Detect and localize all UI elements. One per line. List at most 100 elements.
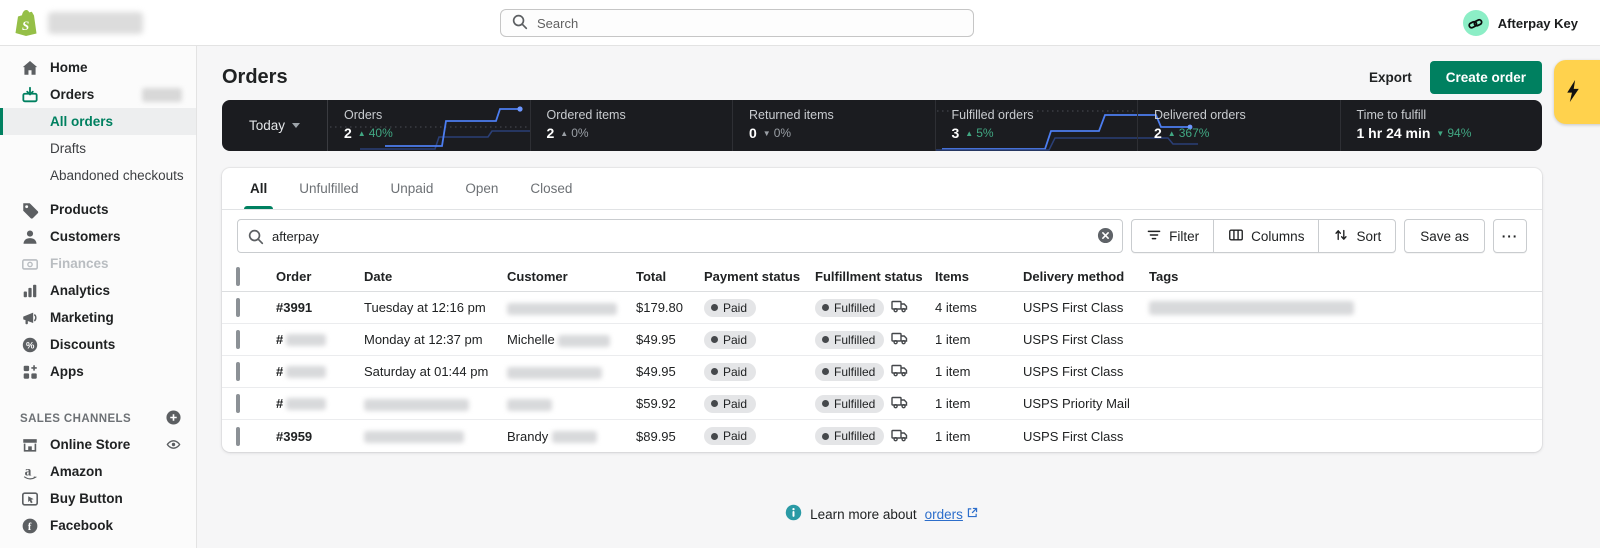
order-items-count: 1 item [935,332,1023,347]
tab-unfulfilled[interactable]: Unfulfilled [283,168,374,209]
analytics-icon [20,282,39,300]
sidebar-item-facebook[interactable]: f Facebook [0,512,196,539]
metric-time-to-fulfill[interactable]: Time to fulfill 1 hr 24 min ▼94% [1341,100,1543,151]
metric-label: Orders [344,108,530,122]
export-button[interactable]: Export [1369,70,1412,85]
footer-text: Learn more about [810,507,917,522]
order-number[interactable]: #3959 [276,429,312,444]
order-number-redacted [286,334,326,346]
quick-actions-tab[interactable] [1554,60,1600,124]
orders-icon [20,86,39,104]
sales-channels-label: SALES CHANNELS [20,413,131,425]
table-row[interactable]: # Monday at 12:37 pm Michelle $49.95 Pai… [222,324,1542,356]
orders-help-link[interactable]: orders [925,506,979,522]
sidebar-item-apps[interactable]: Apps [0,358,196,385]
select-all-checkbox[interactable] [236,267,240,286]
metric-value: 1 hr 24 min [1357,125,1431,141]
columns-label: Columns [1251,229,1304,244]
row-checkbox[interactable] [236,394,240,413]
sidebar-item-buy-button[interactable]: Buy Button [0,485,196,512]
row-checkbox[interactable] [236,427,240,446]
col-header-tags: Tags [1149,269,1542,284]
order-total: $59.92 [636,396,704,411]
metric-ordered-items[interactable]: Ordered items 2 ▲0% [531,100,734,151]
sidebar-item-home[interactable]: Home [0,54,196,81]
sidebar-item-label: Buy Button [50,491,123,506]
metric-value: 2 [1154,125,1162,141]
external-link-icon [966,506,979,522]
order-number[interactable]: # [276,396,283,411]
trend-arrow-icon: ▲ [965,129,973,138]
orders-count-badge-redacted [142,88,182,102]
metric-delivered-orders[interactable]: Delivered orders 2 ▲367% [1138,100,1341,151]
trend-arrow-icon: ▼ [1436,129,1444,138]
row-checkbox[interactable] [236,330,240,349]
view-store-eye-icon[interactable] [165,436,182,453]
chevron-down-icon [292,123,300,128]
order-number[interactable]: # [276,364,283,379]
store-name-redacted[interactable] [48,12,143,34]
status-dot-icon [711,368,718,375]
sidebar-item-products[interactable]: Products [0,196,196,223]
order-date: Tuesday at 12:16 pm [364,300,507,315]
col-header-items: Items [935,269,1023,284]
order-number[interactable]: # [276,332,283,347]
sidebar-item-marketing[interactable]: Marketing [0,304,196,331]
search-icon [247,228,264,248]
payment-status-badge: Paid [704,363,756,381]
sidebar-item-label: Analytics [50,283,110,298]
orders-search-input[interactable] [237,219,1123,253]
order-total: $49.95 [636,332,704,347]
tab-all[interactable]: All [234,168,283,209]
sidebar-item-customers[interactable]: Customers [0,223,196,250]
table-row[interactable]: #3991 Tuesday at 12:16 pm $179.80 Paid F… [222,292,1542,324]
tab-open[interactable]: Open [449,168,514,209]
global-search-input[interactable]: Search [500,9,974,37]
sidebar-item-abandoned-checkouts[interactable]: Abandoned checkouts [0,162,196,189]
add-channel-button[interactable] [165,409,182,429]
sidebar-item-orders[interactable]: Orders [0,81,196,108]
filter-button[interactable]: Filter [1132,220,1213,252]
table-row[interactable]: # Saturday at 01:44 pm $49.95 Paid Fulfi… [222,356,1542,388]
fulfillment-status-badge: Fulfilled [815,363,884,381]
order-items-count: 1 item [935,396,1023,411]
tab-closed[interactable]: Closed [514,168,588,209]
sales-channels-header: SALES CHANNELS [0,407,196,431]
online-store-icon [20,436,39,454]
order-number[interactable]: #3991 [276,300,312,315]
sidebar-item-analytics[interactable]: Analytics [0,277,196,304]
sidebar-item-discounts[interactable]: % Discounts [0,331,196,358]
payment-status-badge: Paid [704,395,756,413]
customer-name-redacted [558,335,610,347]
sidebar-item-label: Apps [50,364,84,379]
sidebar-item-label: All orders [50,114,113,129]
account-area[interactable]: Afterpay Key [1463,0,1578,46]
tab-unpaid[interactable]: Unpaid [375,168,450,209]
sidebar-item-all-orders[interactable]: All orders [0,108,196,135]
metric-fulfilled-orders[interactable]: Fulfilled orders 3 ▲5% [936,100,1139,151]
clear-search-icon[interactable] [1097,227,1114,244]
sidebar-item-online-store[interactable]: Online Store [0,431,196,458]
table-row[interactable]: # $59.92 Paid Fulfilled 1 item USPS Prio… [222,388,1542,420]
finances-icon [20,255,39,273]
sidebar-item-amazon[interactable]: a Amazon [0,458,196,485]
more-actions-button[interactable]: ··· [1493,219,1527,253]
order-date: Saturday at 01:44 pm [364,364,507,379]
metric-returned-items[interactable]: Returned items 0 ▼0% [733,100,936,151]
sort-button[interactable]: Sort [1318,220,1395,252]
metric-label: Fulfilled orders [952,108,1138,122]
columns-button[interactable]: Columns [1213,220,1318,252]
period-selector[interactable]: Today [222,100,328,151]
metric-orders[interactable]: Orders 2 ▲40% [328,100,531,151]
sidebar-item-drafts[interactable]: Drafts [0,135,196,162]
row-checkbox[interactable] [236,362,240,381]
shopify-logo-icon[interactable]: S [13,9,39,40]
sidebar-item-label: Facebook [50,518,113,533]
sidebar-item-finances[interactable]: Finances [0,250,196,277]
row-checkbox[interactable] [236,298,240,317]
status-dot-icon [822,304,829,311]
save-as-button[interactable]: Save as [1404,219,1485,253]
table-row[interactable]: #3959 Brandy $89.95 Paid Fulfilled 1 ite… [222,420,1542,452]
create-order-button[interactable]: Create order [1430,61,1542,94]
table-toolbar: Filter Columns Sort Save as ··· [222,210,1542,262]
